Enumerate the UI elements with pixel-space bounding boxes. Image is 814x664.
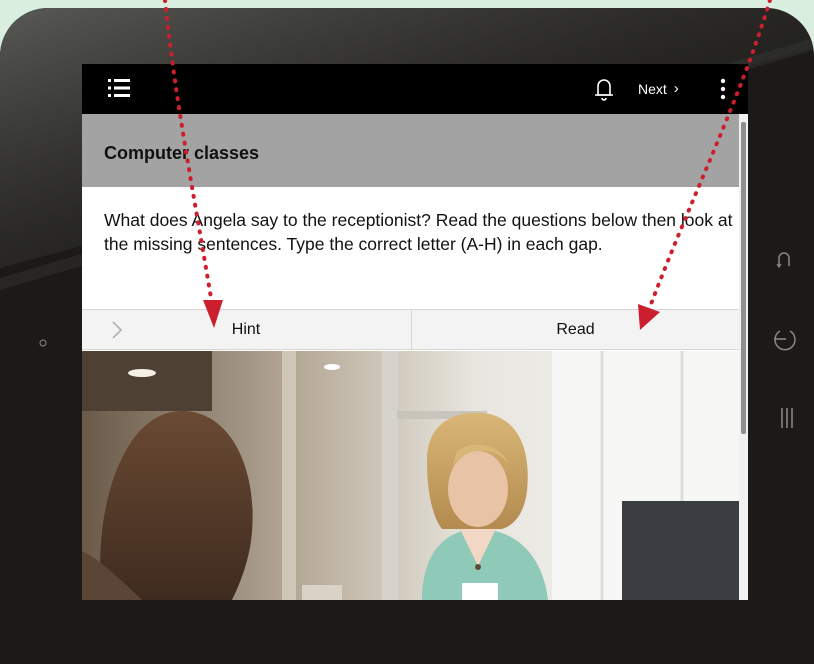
pause-bars-icon[interactable] (778, 406, 798, 430)
power-icon[interactable] (770, 324, 800, 354)
next-button[interactable]: Next › (638, 78, 679, 100)
vertical-scrollbar[interactable] (739, 114, 748, 600)
next-label: Next (638, 81, 667, 97)
hint-button[interactable]: Hint (82, 310, 410, 349)
camera-dot-icon (38, 335, 48, 347)
top-toolbar: Next › (82, 64, 748, 114)
more-vertical-icon[interactable] (718, 76, 728, 102)
chevron-right-icon: › (673, 80, 679, 97)
list-menu-icon[interactable] (108, 77, 130, 99)
curved-arrow-icon[interactable] (774, 248, 794, 272)
app-screen: Next › Computer classes What does Angela… (82, 64, 748, 600)
hint-read-tabs: Hint Read (82, 309, 739, 350)
lesson-title-bar: Computer classes (82, 114, 739, 187)
bell-icon[interactable] (592, 76, 616, 102)
instructions-text: What does Angela say to the receptionist… (104, 210, 733, 254)
scrollbar-thumb[interactable] (741, 122, 746, 434)
receptionist-photo (82, 351, 739, 600)
lesson-title: Computer classes (104, 143, 260, 163)
read-label: Read (556, 321, 595, 338)
read-button[interactable]: Read (411, 310, 739, 349)
hint-label: Hint (231, 321, 261, 338)
chevron-right-icon (112, 321, 123, 339)
